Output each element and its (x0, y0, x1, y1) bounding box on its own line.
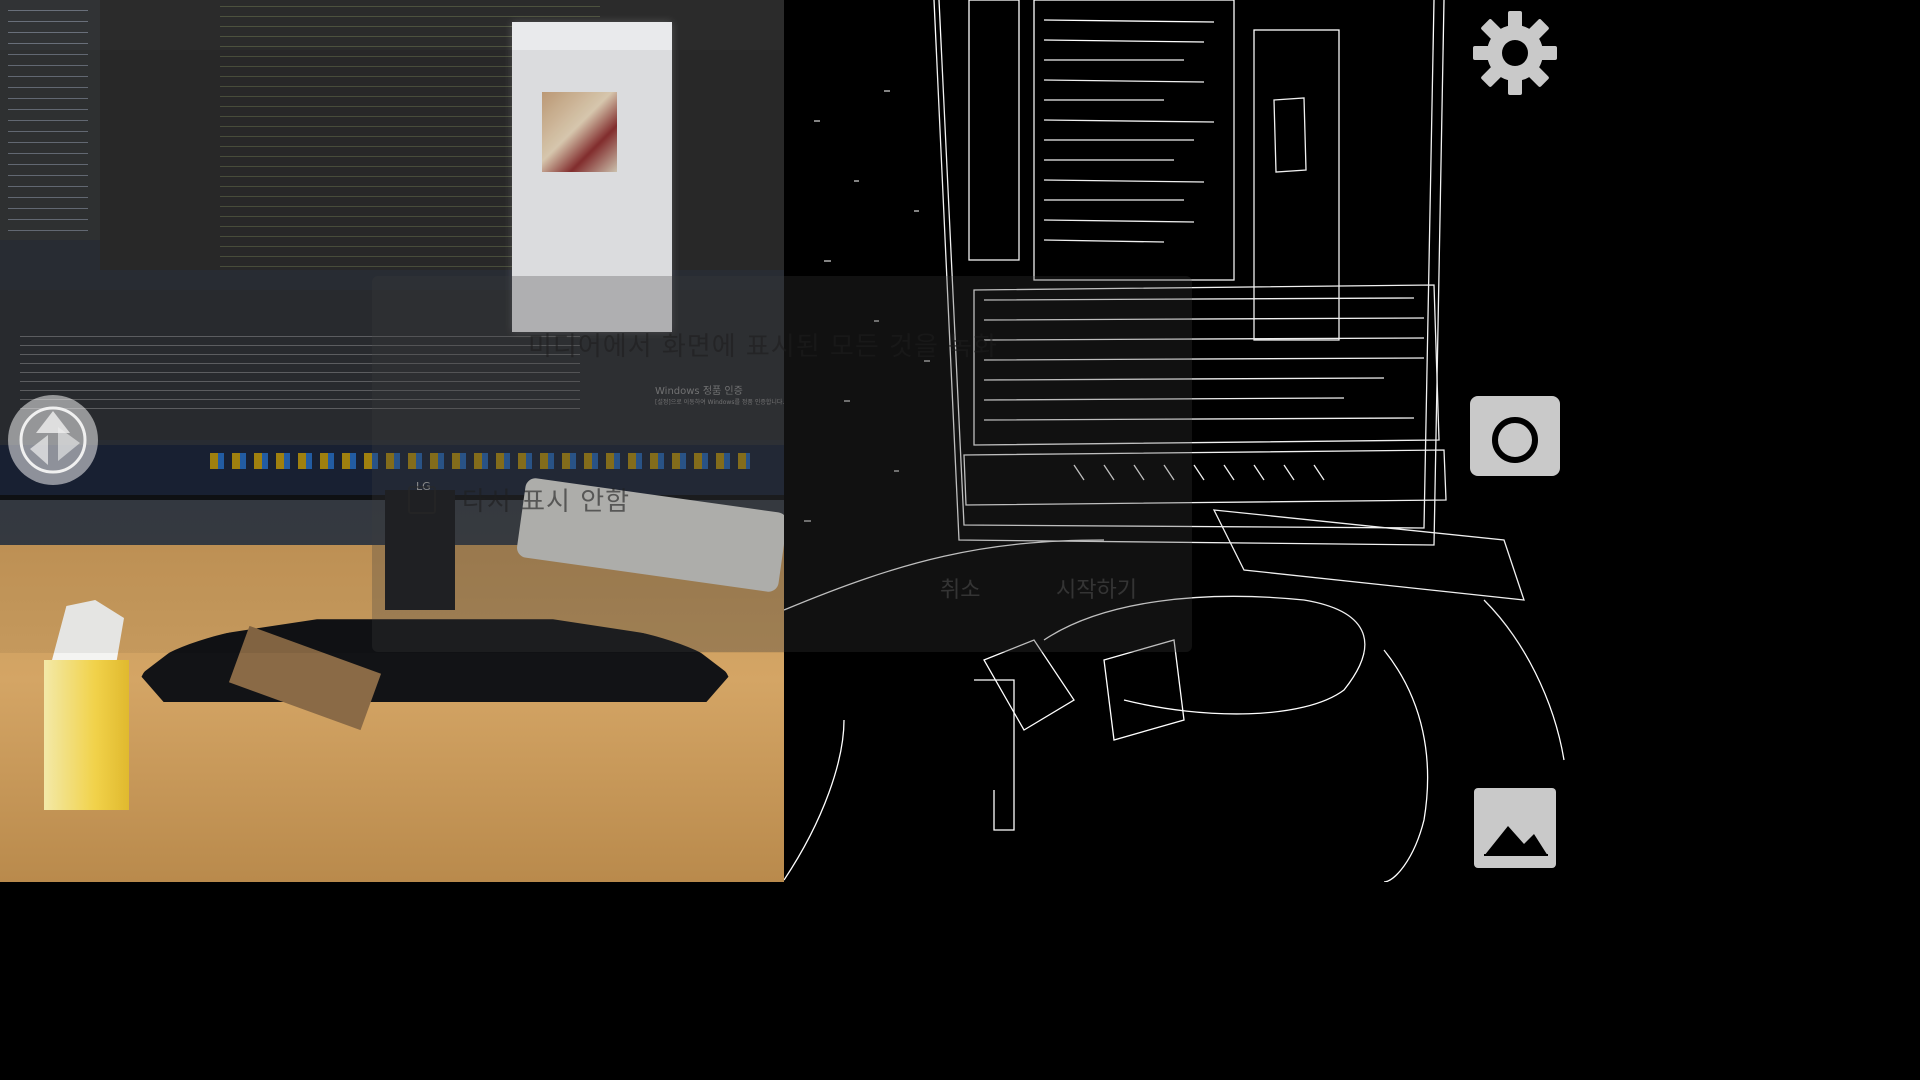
camera-icon (1492, 396, 1538, 463)
image-icon (1484, 826, 1548, 856)
capture-button[interactable] (1470, 396, 1560, 476)
start-button[interactable]: 시작하기 (1056, 572, 1137, 604)
ide-code-editor (100, 0, 784, 270)
screen-capture-permission-dialog: 미디어에서 화면에 표시된 모든 것을 녹화 다시 표시 안함 취소 시작하기 (372, 276, 1192, 652)
phone-photo (542, 92, 617, 172)
dont-show-again-row[interactable]: 다시 표시 안함 (408, 481, 630, 518)
cancel-button[interactable]: 취소 (940, 572, 980, 604)
settings-button[interactable] (1470, 8, 1560, 98)
camera-app-screen: Windows 정품 인증 [설정]으로 이동하여 Windows를 정품 인증… (0, 0, 1568, 882)
dont-show-again-label: 다시 표시 안함 (462, 487, 631, 517)
shutter-logo-watermark (8, 395, 98, 485)
milk-carton (44, 660, 129, 810)
dont-show-again-checkbox[interactable] (408, 485, 436, 514)
dialog-message: 미디어에서 화면에 표시된 모든 것을 녹화 (528, 332, 998, 362)
aperture-icon (19, 406, 87, 474)
ide-project-tree (0, 0, 100, 240)
gear-icon (1473, 11, 1557, 95)
gallery-button[interactable] (1474, 788, 1556, 868)
